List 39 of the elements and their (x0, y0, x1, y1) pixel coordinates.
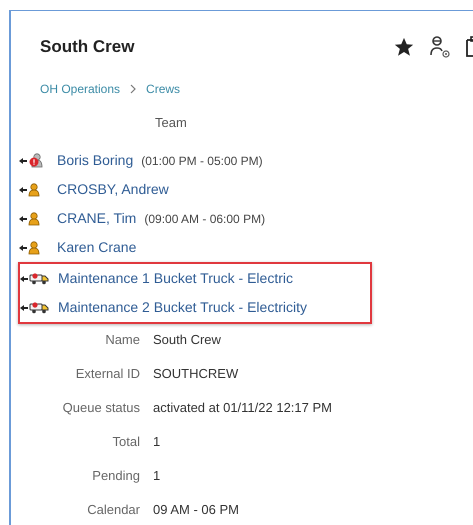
arrow-icon (20, 304, 28, 310)
field-value: activated at 01/11/22 12:17 PM (153, 399, 333, 417)
truck-icon (29, 301, 49, 314)
field-value: 1 (153, 467, 162, 485)
chevron-right-icon (130, 84, 136, 94)
person-settings-icon[interactable] (429, 34, 451, 59)
star-icon[interactable] (393, 36, 415, 58)
arrow-icon (19, 216, 27, 222)
person-icon (28, 212, 40, 226)
team-member-link[interactable]: CRANE, Tim (57, 208, 136, 229)
field-label: Calendar (86, 501, 140, 519)
team-member-link[interactable]: CROSBY, Andrew (57, 179, 169, 200)
field-label: Queue status (62, 399, 140, 417)
person-alert-icon (28, 153, 44, 168)
breadcrumb-link[interactable]: OH Operations (40, 80, 120, 98)
field-value: 09 AM - 06 PM (153, 501, 240, 519)
truck-icon (29, 272, 49, 285)
crew-title: South Crew (40, 36, 134, 58)
shift-hours: (09:00 AM - 06:00 PM) (144, 210, 266, 228)
field-label: External ID (74, 365, 140, 383)
team-member-link[interactable]: Karen Crane (57, 237, 136, 258)
field-value: 1 (153, 433, 162, 451)
field-label: Name (104, 331, 140, 349)
breadcrumb-link[interactable]: Crews (146, 80, 180, 98)
arrow-icon (19, 244, 27, 250)
person-icon (28, 182, 40, 196)
team-heading: Team (155, 114, 188, 132)
team-member-link[interactable]: Boris Boring (57, 150, 134, 171)
shift-hours: (01:00 PM - 05:00 PM) (141, 152, 263, 170)
team-member-link[interactable]: Maintenance 1 Bucket Truck - Electric (58, 268, 293, 289)
arrow-icon (20, 276, 28, 282)
field-label: Pending (91, 467, 140, 485)
team-member-link[interactable]: Maintenance 2 Bucket Truck - Electricity (58, 297, 307, 318)
field-value: South Crew (153, 331, 222, 349)
field-value: SOUTHCREW (153, 365, 240, 383)
arrow-icon (19, 186, 27, 192)
arrow-icon (19, 158, 27, 164)
field-label: Total (112, 433, 140, 451)
person-icon (28, 240, 40, 254)
